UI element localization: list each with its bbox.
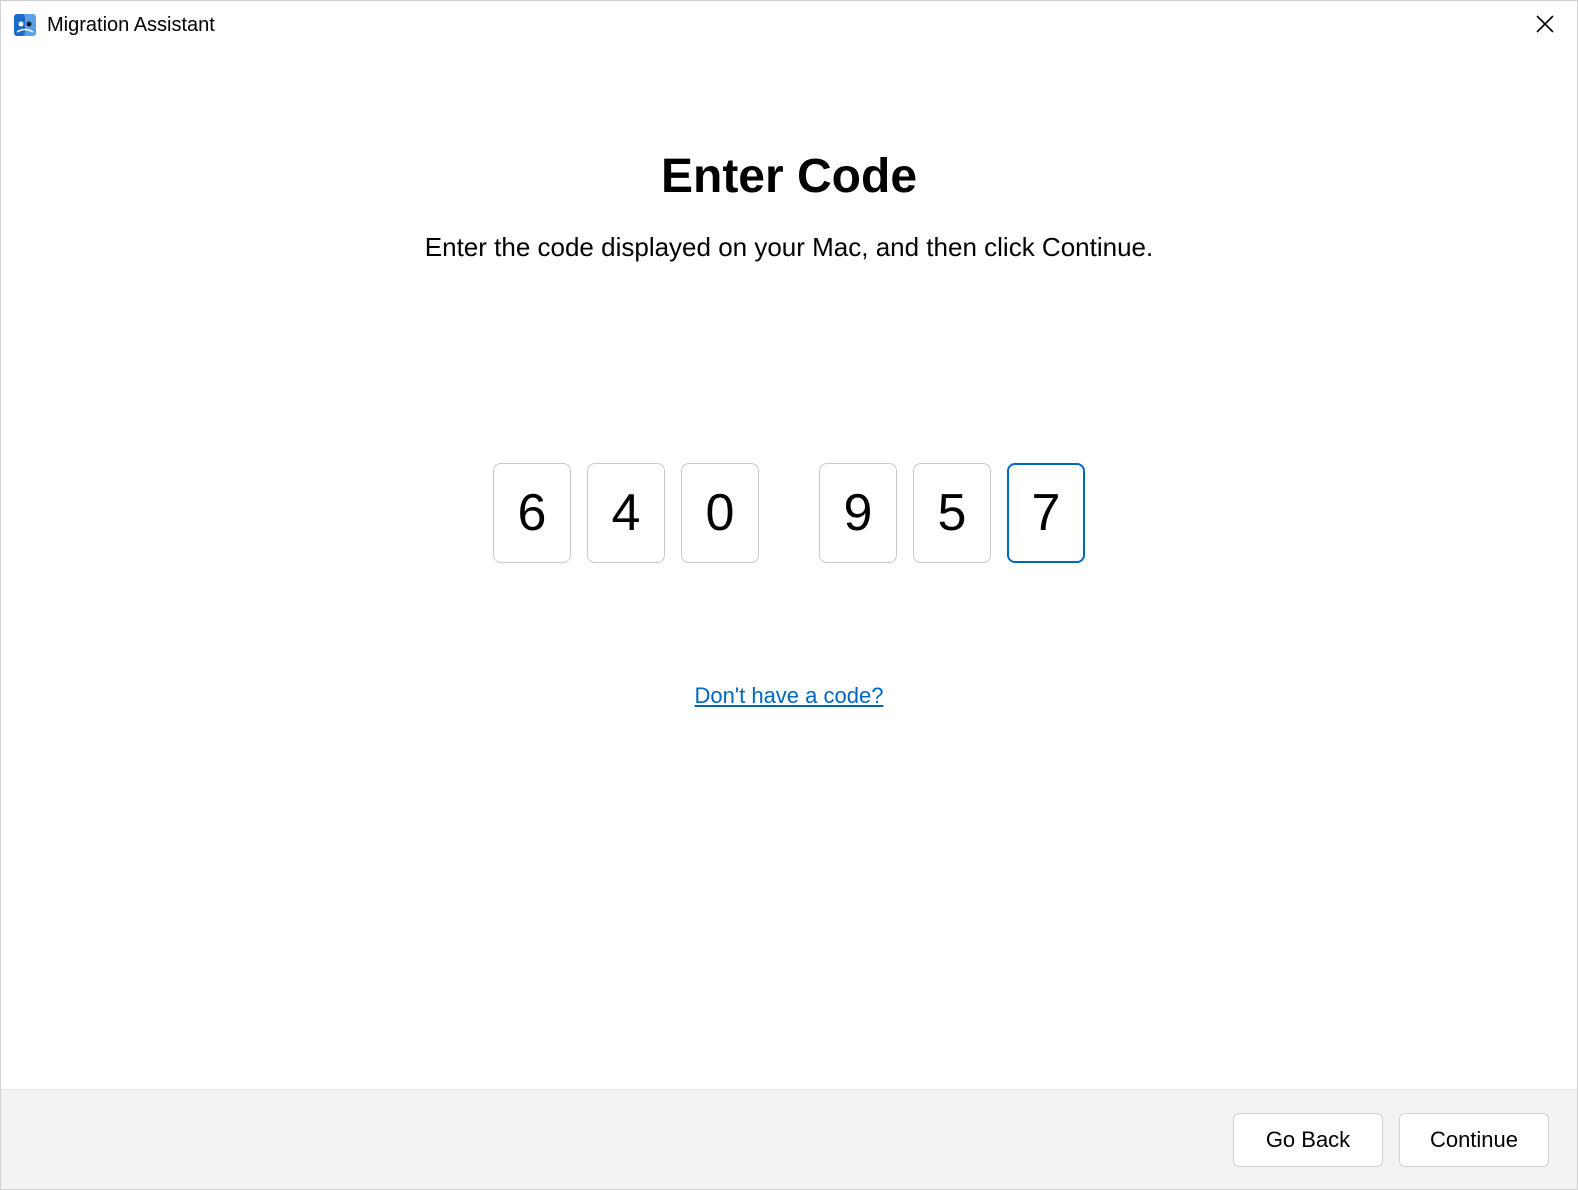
- close-icon: [1536, 15, 1554, 36]
- footer-bar: Go Back Continue: [1, 1089, 1577, 1189]
- titlebar-left: Migration Assistant: [13, 13, 215, 37]
- code-digit-1[interactable]: [493, 463, 571, 563]
- no-code-link[interactable]: Don't have a code?: [695, 683, 884, 709]
- go-back-button[interactable]: Go Back: [1233, 1113, 1383, 1167]
- code-input-row: [493, 463, 1085, 563]
- code-digit-2[interactable]: [587, 463, 665, 563]
- page-subheading: Enter the code displayed on your Mac, an…: [425, 232, 1153, 263]
- code-digit-6[interactable]: [1007, 463, 1085, 563]
- continue-button[interactable]: Continue: [1399, 1113, 1549, 1167]
- migration-assistant-icon: [13, 13, 37, 37]
- code-digit-5[interactable]: [913, 463, 991, 563]
- window-title: Migration Assistant: [47, 14, 215, 37]
- code-digit-3[interactable]: [681, 463, 759, 563]
- titlebar: Migration Assistant: [1, 1, 1577, 49]
- close-button[interactable]: [1525, 5, 1565, 45]
- code-digit-4[interactable]: [819, 463, 897, 563]
- content-area: Enter Code Enter the code displayed on y…: [1, 49, 1577, 1089]
- page-heading: Enter Code: [661, 149, 917, 204]
